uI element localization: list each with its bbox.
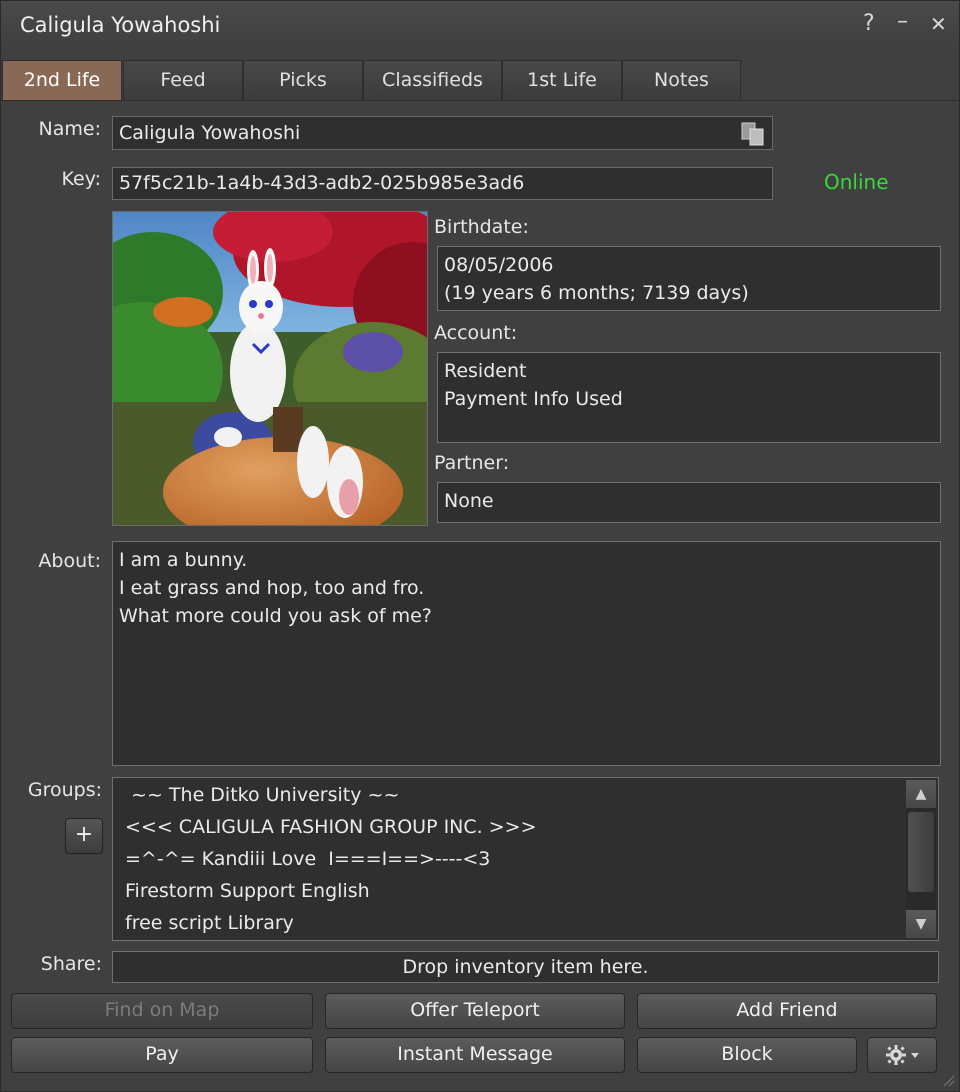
groups-scrollbar[interactable]: ▲ ▼ — [906, 780, 936, 938]
list-item[interactable]: ~~ The Ditko University ~~ — [125, 784, 399, 806]
window-title: Caligula Yowahoshi — [20, 13, 221, 37]
list-item[interactable]: free script Library — [125, 912, 294, 934]
list-item[interactable]: =^-^= Kandiii Love I===I==>----<3 — [125, 848, 490, 870]
about-line: What more could you ask of me? — [119, 605, 432, 627]
scroll-down-icon[interactable]: ▼ — [906, 910, 936, 938]
add-group-button[interactable]: + — [65, 818, 103, 854]
key-field[interactable]: 57f5c21b-1a4b-43d3-adb2-025b985e3ad6 — [112, 167, 773, 200]
about-line: I eat grass and hop, too and fro. — [119, 577, 425, 599]
copy-icon[interactable] — [740, 122, 766, 146]
share-label: Share: — [40, 953, 102, 975]
profile-window: Caligula Yowahoshi ? – ✕ 2nd Life Feed P… — [0, 0, 960, 1092]
close-icon[interactable]: ✕ — [930, 12, 947, 36]
about-textarea[interactable]: I am a bunny. I eat grass and hop, too a… — [112, 541, 941, 766]
tab-classifieds[interactable]: Classifieds — [363, 60, 502, 100]
online-status: Online — [824, 170, 889, 194]
block-button[interactable]: Block — [637, 1037, 857, 1073]
account-label: Account: — [434, 322, 518, 344]
offer-teleport-button[interactable]: Offer Teleport — [325, 993, 625, 1029]
profile-photo[interactable] — [112, 211, 428, 526]
tab-notes[interactable]: Notes — [622, 60, 741, 100]
birthdate-field: 08/05/2006 (19 years 6 months; 7139 days… — [437, 246, 941, 311]
list-item[interactable]: Firestorm Support English — [125, 880, 370, 902]
groups-list: ~~ The Ditko University ~~ <<< CALIGULA … — [112, 777, 939, 941]
tab-2nd-life[interactable]: 2nd Life — [2, 60, 122, 100]
add-friend-button[interactable]: Add Friend — [637, 993, 937, 1029]
share-drop-target[interactable]: Drop inventory item here. — [112, 951, 939, 983]
instant-message-button[interactable]: Instant Message — [325, 1037, 625, 1073]
avatar-image — [113, 212, 427, 525]
account-payment: Payment Info Used — [444, 388, 623, 410]
partner-field[interactable]: None — [437, 482, 941, 523]
scroll-thumb[interactable] — [908, 812, 934, 892]
tab-1st-life[interactable]: 1st Life — [502, 60, 622, 100]
account-type: Resident — [444, 360, 527, 382]
help-icon[interactable]: ? — [863, 11, 875, 36]
birthdate-label: Birthdate: — [434, 216, 529, 238]
pay-button[interactable]: Pay — [11, 1037, 313, 1073]
title-bar[interactable]: Caligula Yowahoshi ? – ✕ — [1, 1, 959, 51]
name-field[interactable]: Caligula Yowahoshi — [112, 116, 773, 150]
groups-label: Groups: — [27, 779, 102, 801]
tab-divider — [1, 100, 959, 101]
name-value: Caligula Yowahoshi — [119, 122, 301, 144]
minimize-icon[interactable]: – — [897, 9, 908, 34]
gear-icon — [886, 1044, 919, 1065]
about-line: I am a bunny. — [119, 549, 248, 571]
find-on-map-button: Find on Map — [11, 993, 313, 1029]
partner-label: Partner: — [434, 452, 510, 474]
tab-picks[interactable]: Picks — [243, 60, 363, 100]
birthdate-detail: (19 years 6 months; 7139 days) — [444, 282, 749, 304]
account-field: Resident Payment Info Used — [437, 352, 941, 443]
chevron-down-icon — [911, 1052, 919, 1058]
tab-feed[interactable]: Feed — [123, 60, 243, 100]
name-label: Name: — [38, 118, 101, 140]
key-label: Key: — [61, 168, 101, 190]
list-item[interactable]: <<< CALIGULA FASHION GROUP INC. >>> — [125, 816, 537, 838]
about-label: About: — [38, 550, 101, 572]
birthdate-value: 08/05/2006 — [444, 254, 554, 276]
scroll-up-icon[interactable]: ▲ — [906, 780, 936, 808]
resize-handle-icon[interactable] — [941, 1073, 955, 1087]
settings-menu-button[interactable] — [867, 1037, 937, 1073]
